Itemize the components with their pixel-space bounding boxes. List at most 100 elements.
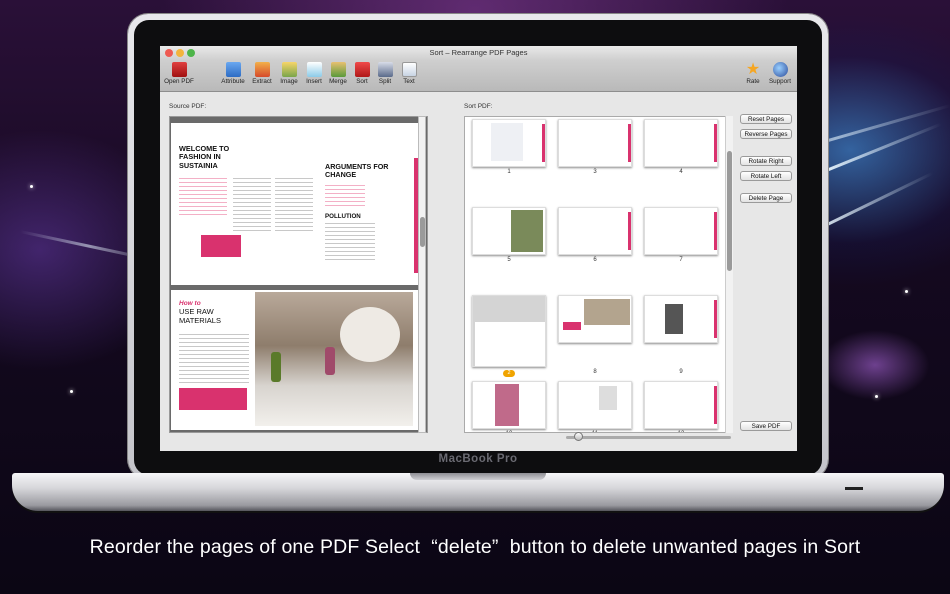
text-icon xyxy=(401,62,417,77)
open-pdf-icon xyxy=(171,62,187,77)
sort-scrollbar[interactable] xyxy=(725,116,733,433)
page-thumbnail[interactable] xyxy=(558,381,632,429)
page-number: 10 xyxy=(472,431,546,432)
page-thumbnail[interactable] xyxy=(472,207,546,255)
source-pdf-view[interactable]: WELCOME TO FASHION IN SUSTAINIA ARGUMENT… xyxy=(169,116,428,433)
page-thumbnail[interactable] xyxy=(472,119,546,167)
page-edge-marker xyxy=(714,212,717,250)
page-thumbnail[interactable] xyxy=(558,295,632,343)
page-thumbnail-selected[interactable] xyxy=(472,295,546,367)
sort-icon xyxy=(354,62,370,77)
page-number: 11 xyxy=(558,431,632,432)
close-button[interactable] xyxy=(165,49,173,57)
page-heading: WELCOME TO FASHION IN SUSTAINIA xyxy=(179,144,230,170)
save-pdf-button[interactable]: Save PDF xyxy=(740,421,792,431)
page-number: 1 xyxy=(507,169,511,175)
sort-pdf-grid[interactable]: 1 3 4 5 6 7 2 8 9 10 11 12 xyxy=(464,116,732,433)
cotton-bundle xyxy=(340,307,400,362)
zoom-button[interactable] xyxy=(187,49,195,57)
page-number: 12 xyxy=(644,431,718,432)
insert-icon xyxy=(306,62,322,77)
page-preview-image xyxy=(491,123,523,161)
page-thumbnail[interactable] xyxy=(558,119,632,167)
promo-caption: Reorder the pages of one PDF Select “del… xyxy=(89,536,861,558)
extract-icon xyxy=(254,62,270,77)
rate-button[interactable]: ★ Rate xyxy=(738,61,768,86)
page-edge-marker xyxy=(628,124,631,162)
page-thumbnail[interactable] xyxy=(644,295,718,343)
toolbar-label: Extract xyxy=(252,78,272,85)
page-thumbnail[interactable] xyxy=(644,119,718,167)
pink-text-block xyxy=(179,178,227,218)
star-icon: ★ xyxy=(745,61,761,78)
page-number: 3 xyxy=(593,169,597,175)
laptop-notch xyxy=(410,473,546,480)
extract-button[interactable]: Extract xyxy=(247,61,277,85)
star-sparkle xyxy=(905,290,908,293)
rotate-left-button[interactable]: Rotate Left xyxy=(740,171,792,181)
reverse-pages-button[interactable]: Reverse Pages xyxy=(740,129,792,139)
support-icon xyxy=(772,62,788,77)
toolbar-label: Support xyxy=(768,78,792,85)
text-column xyxy=(325,223,375,263)
page-thumbnail[interactable] xyxy=(644,381,718,429)
page-preview-image xyxy=(495,384,519,426)
page-thumbnail[interactable] xyxy=(472,381,546,429)
reset-pages-button[interactable]: Reset Pages xyxy=(740,114,792,124)
callout-box xyxy=(201,235,241,257)
toolbar: Open PDF Attribute Extract Image Insert … xyxy=(160,60,797,92)
thumbnail-size-slider[interactable] xyxy=(566,436,731,439)
page-number: 5 xyxy=(507,257,511,263)
toolbar-label: Text xyxy=(403,78,415,85)
page-number: 8 xyxy=(593,369,597,375)
page-preview-image xyxy=(665,304,683,334)
delete-page-button[interactable]: Delete Page xyxy=(740,193,792,203)
worker-figure xyxy=(271,352,281,382)
pink-text-block xyxy=(325,185,365,207)
page-edge-marker xyxy=(714,124,717,162)
page-heading: USE RAW MATERIALS xyxy=(179,307,221,325)
text-column xyxy=(233,178,271,233)
device-brand: MacBook Pro xyxy=(438,453,518,465)
page-number: 7 xyxy=(679,257,683,263)
titlebar: Sort – Rearrange PDF Pages xyxy=(160,46,797,60)
text-column xyxy=(275,178,313,233)
scrollbar-thumb[interactable] xyxy=(420,217,425,247)
support-button[interactable]: Support xyxy=(765,61,795,85)
source-scrollbar[interactable] xyxy=(418,116,426,433)
slider-knob[interactable] xyxy=(574,432,583,441)
rotate-right-button[interactable]: Rotate Right xyxy=(740,156,792,166)
scrollbar-thumb[interactable] xyxy=(727,151,732,271)
selected-page-badge: 2 xyxy=(503,370,515,377)
toolbar-label: Rate xyxy=(746,78,760,85)
page-thumbnail[interactable] xyxy=(644,207,718,255)
app-window: Sort – Rearrange PDF Pages Open PDF Attr… xyxy=(160,46,797,451)
page-edge-marker xyxy=(714,300,717,338)
page-thumbnail[interactable] xyxy=(558,207,632,255)
merge-icon xyxy=(330,62,346,77)
toolbar-label: Open PDF xyxy=(164,78,194,85)
star-sparkle xyxy=(70,390,73,393)
image-icon xyxy=(281,62,297,77)
page-edge-marker xyxy=(628,212,631,250)
page-subheading: POLLUTION xyxy=(325,213,361,220)
text-column xyxy=(179,334,249,384)
worker-figure xyxy=(325,347,335,375)
page-preview-image xyxy=(584,299,630,325)
sort-pdf-label: Sort PDF: xyxy=(464,103,493,110)
page-preview-image xyxy=(599,386,617,410)
source-pdf-label: Source PDF: xyxy=(169,103,207,110)
text-button[interactable]: Text xyxy=(394,61,424,85)
page-edge-marker xyxy=(714,386,717,424)
star-sparkle xyxy=(30,185,33,188)
page-number: 6 xyxy=(593,257,597,263)
page-heading: ARGUMENTS FOR CHANGE xyxy=(325,162,389,180)
attribute-icon xyxy=(225,62,241,77)
page-edge-marker xyxy=(542,124,545,162)
cotton-harvest-photo xyxy=(255,292,413,426)
minimize-button[interactable] xyxy=(176,49,184,57)
open-pdf-button[interactable]: Open PDF xyxy=(164,61,194,85)
attribute-button[interactable]: Attribute xyxy=(218,61,248,85)
page-number: 9 xyxy=(679,369,683,375)
page-number: 4 xyxy=(679,169,683,175)
